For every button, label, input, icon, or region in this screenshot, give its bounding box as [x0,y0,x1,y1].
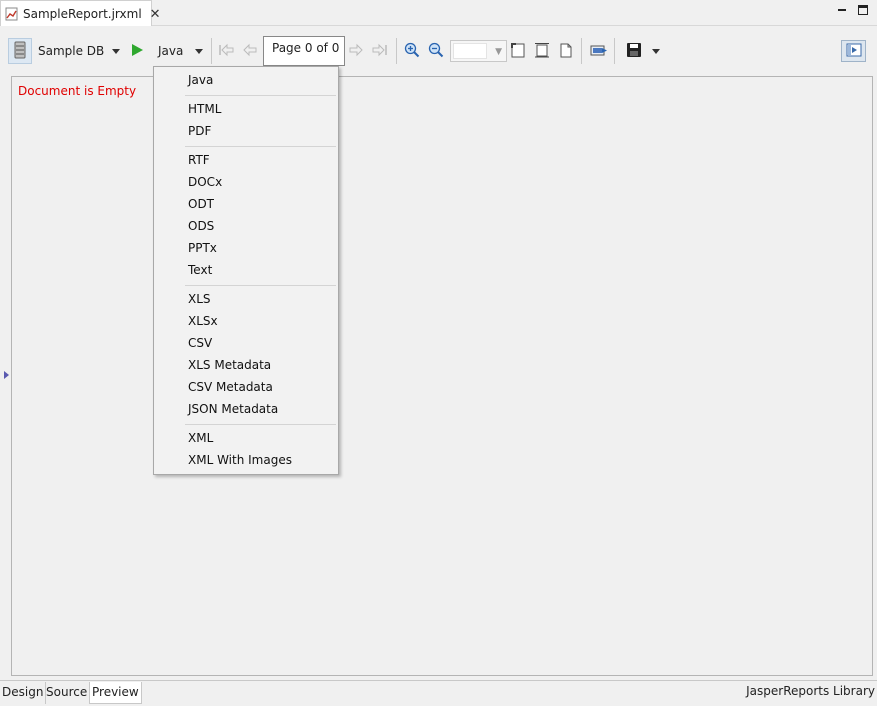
fit-width-icon [534,42,550,61]
actual-size-button[interactable] [558,38,574,64]
menu-item-pdf[interactable]: PDF [188,121,328,141]
menu-item-xml-with-images[interactable]: XML With Images [188,450,328,470]
previous-page-button[interactable] [242,38,258,64]
menu-item-csv[interactable]: CSV [188,333,328,353]
first-page-button[interactable] [218,38,234,64]
report-preview-area: Document is Empty [11,76,873,676]
page-indicator[interactable]: Page 0 of 0 [263,36,345,66]
menu-item-odt[interactable]: ODT [188,194,328,214]
chevron-down-icon [652,48,660,54]
last-page-button[interactable] [372,38,388,64]
tab-source[interactable]: Source [44,682,91,704]
export-format-label: Java [158,44,184,58]
menu-item-csv-metadata[interactable]: CSV Metadata [188,377,328,397]
datasource-button[interactable] [8,38,32,64]
minimize-icon[interactable] [836,4,848,16]
editor-tab-label: SampleReport.jrxml [23,7,142,21]
zoom-out-button[interactable] [428,38,444,64]
editor-tab-bar: SampleReport.jrxml ✕ [0,0,877,27]
run-icon [130,43,144,60]
first-page-icon [218,43,234,60]
chevron-down-icon [195,48,203,54]
zoom-level-combo[interactable]: ▼ [450,40,507,62]
last-page-icon [372,43,388,60]
side-panel-toggle-icon[interactable] [4,371,9,379]
datasource-selector[interactable]: Sample DB [38,38,104,64]
menu-item-ods[interactable]: ODS [188,216,328,236]
zoom-level-value[interactable] [453,43,487,59]
export-format-menu: Java HTML PDF RTF DOCx ODT ODS PPTx Text… [153,66,339,475]
maximize-icon[interactable] [857,4,869,16]
chevron-down-icon [112,48,120,54]
next-page-icon [348,43,364,60]
zoom-in-button[interactable] [404,38,420,64]
previous-page-icon [242,43,258,60]
menu-item-html[interactable]: HTML [188,99,328,119]
toggle-view-button[interactable] [841,40,866,62]
toggle-view-icon [846,43,862,60]
run-report-button[interactable] [130,38,144,64]
menu-item-java[interactable]: Java [188,70,328,90]
next-page-button[interactable] [348,38,364,64]
menu-item-pptx[interactable]: PPTx [188,238,328,258]
menu-item-json-metadata[interactable]: JSON Metadata [188,399,328,419]
save-dropdown[interactable] [652,38,660,64]
fit-page-button[interactable] [510,38,526,64]
export-button[interactable] [590,38,608,64]
datasource-label: Sample DB [38,44,105,58]
datasource-icon [13,41,27,62]
datasource-dropdown[interactable] [112,38,120,64]
jasperreports-library-label: JasperReports Library [746,684,875,698]
editor-tab-samplereport[interactable]: SampleReport.jrxml ✕ [0,0,161,27]
menu-item-rtf[interactable]: RTF [188,150,328,170]
close-tab-icon[interactable]: ✕ [150,8,161,21]
menu-item-xls[interactable]: XLS [188,289,328,309]
export-format-selector[interactable]: Java [158,38,183,64]
zoom-in-icon [404,42,420,61]
tab-design[interactable]: Design [0,682,47,704]
chevron-down-icon: ▼ [495,47,502,57]
fit-width-button[interactable] [534,38,550,64]
tab-preview[interactable]: Preview [89,682,142,704]
fit-page-icon [510,42,526,61]
menu-item-docx[interactable]: DOCx [188,172,328,192]
export-format-dropdown[interactable] [195,38,203,64]
save-button[interactable] [626,38,642,64]
export-icon [590,42,608,61]
menu-item-xml[interactable]: XML [188,428,328,448]
menu-item-text[interactable]: Text [188,260,328,280]
editor-bottom-tabs: Design Source Preview JasperReports Libr… [0,680,877,706]
menu-item-xls-metadata[interactable]: XLS Metadata [188,355,328,375]
menu-item-xlsx[interactable]: XLSx [188,311,328,331]
empty-document-message: Document is Empty [18,84,137,98]
zoom-out-icon [428,42,444,61]
save-icon [626,42,642,61]
preview-toolbar: Sample DB Java Page 0 of 0 ▼ [0,26,877,74]
report-file-icon [5,7,19,21]
actual-size-icon [558,42,574,61]
